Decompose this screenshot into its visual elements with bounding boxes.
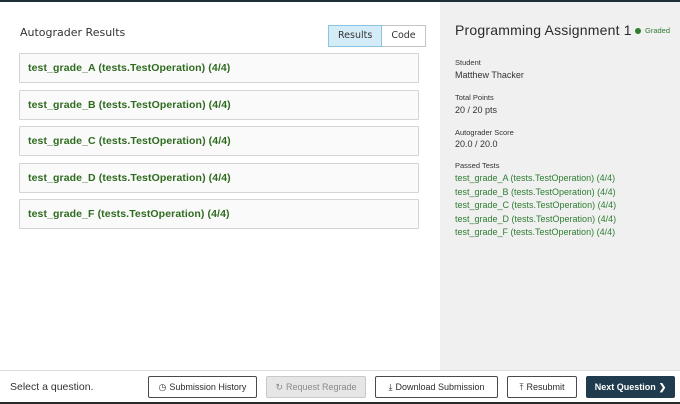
test-result-row[interactable]: test_grade_D (tests.TestOperation) (4/4)	[19, 162, 419, 193]
request-regrade-label: Request Regrade	[286, 382, 357, 392]
download-icon: ⤓	[388, 381, 393, 392]
total-points-value: 20 / 20 pts	[455, 105, 498, 115]
status-dot-icon	[635, 27, 641, 34]
download-submission-button[interactable]: ⤓ Download Submission	[375, 376, 498, 398]
question-prompt: Select a question.	[10, 381, 94, 393]
download-submission-label: Download Submission	[395, 382, 485, 392]
clock-icon: ◷	[158, 381, 167, 392]
student-name: Matthew Thacker	[455, 70, 524, 80]
student-label: Student	[455, 58, 481, 67]
view-toggle: Results Code	[328, 25, 426, 47]
tab-code[interactable]: Code	[382, 25, 426, 47]
chevron-right-icon: ❯	[658, 381, 667, 392]
test-result-label: test_grade_D (tests.TestOperation) (4/4)	[28, 171, 231, 184]
test-result-label: test_grade_A (tests.TestOperation) (4/4)	[28, 62, 231, 74]
autograder-score-label: Autograder Score	[455, 128, 514, 137]
autograder-results-panel: Autograder Results Results Code test_gra…	[0, 2, 440, 370]
passed-tests-list: test_grade_A (tests.TestOperation) (4/4)…	[455, 172, 616, 240]
test-result-row[interactable]: test_grade_B (tests.TestOperation) (4/4)	[19, 89, 419, 120]
upload-icon: ⤒	[519, 381, 524, 392]
test-results-list: test_grade_A (tests.TestOperation) (4/4)…	[19, 53, 419, 236]
panel-title: Autograder Results	[20, 26, 126, 39]
test-result-row[interactable]: test_grade_A (tests.TestOperation) (4/4)	[19, 53, 419, 83]
passed-test-link[interactable]: test_grade_A (tests.TestOperation) (4/4)	[455, 172, 616, 186]
total-points-label: Total Points	[455, 93, 494, 102]
assignment-title: Programming Assignment 1	[455, 22, 632, 38]
next-question-button[interactable]: Next Question ❯	[586, 376, 675, 398]
autograder-score-value: 20.0 / 20.0	[455, 139, 498, 149]
passed-test-link[interactable]: test_grade_B (tests.TestOperation) (4/4)	[455, 186, 616, 200]
status-badge: Graded	[635, 26, 670, 35]
passed-test-link[interactable]: test_grade_C (tests.TestOperation) (4/4)	[455, 199, 616, 213]
test-result-row[interactable]: test_grade_F (tests.TestOperation) (4/4)	[19, 199, 419, 230]
test-result-label: test_grade_F (tests.TestOperation) (4/4)	[28, 208, 230, 221]
refresh-icon: ↻	[275, 381, 283, 392]
submission-history-button[interactable]: ◷ Submission History	[148, 376, 257, 398]
status-label: Graded	[645, 26, 671, 35]
passed-test-link[interactable]: test_grade_F (tests.TestOperation) (4/4)	[455, 226, 616, 240]
passed-tests-label: Passed Tests	[455, 161, 500, 170]
action-footer: Select a question. ◷ Submission History …	[0, 370, 680, 404]
test-result-row[interactable]: test_grade_C (tests.TestOperation) (4/4)	[19, 126, 419, 157]
test-result-label: test_grade_B (tests.TestOperation) (4/4)	[28, 98, 231, 111]
request-regrade-button[interactable]: ↻ Request Regrade	[266, 376, 366, 398]
tab-results[interactable]: Results	[328, 25, 383, 47]
test-result-label: test_grade_C (tests.TestOperation) (4/4)	[28, 135, 231, 148]
resubmit-label: Resubmit	[526, 382, 565, 392]
passed-test-link[interactable]: test_grade_D (tests.TestOperation) (4/4)	[455, 213, 616, 227]
resubmit-button[interactable]: ⤒ Resubmit	[507, 376, 577, 398]
submission-sidebar: Programming Assignment 1 Graded Student …	[440, 2, 680, 370]
submission-history-label: Submission History	[169, 382, 247, 392]
next-question-label: Next Question	[594, 382, 656, 392]
